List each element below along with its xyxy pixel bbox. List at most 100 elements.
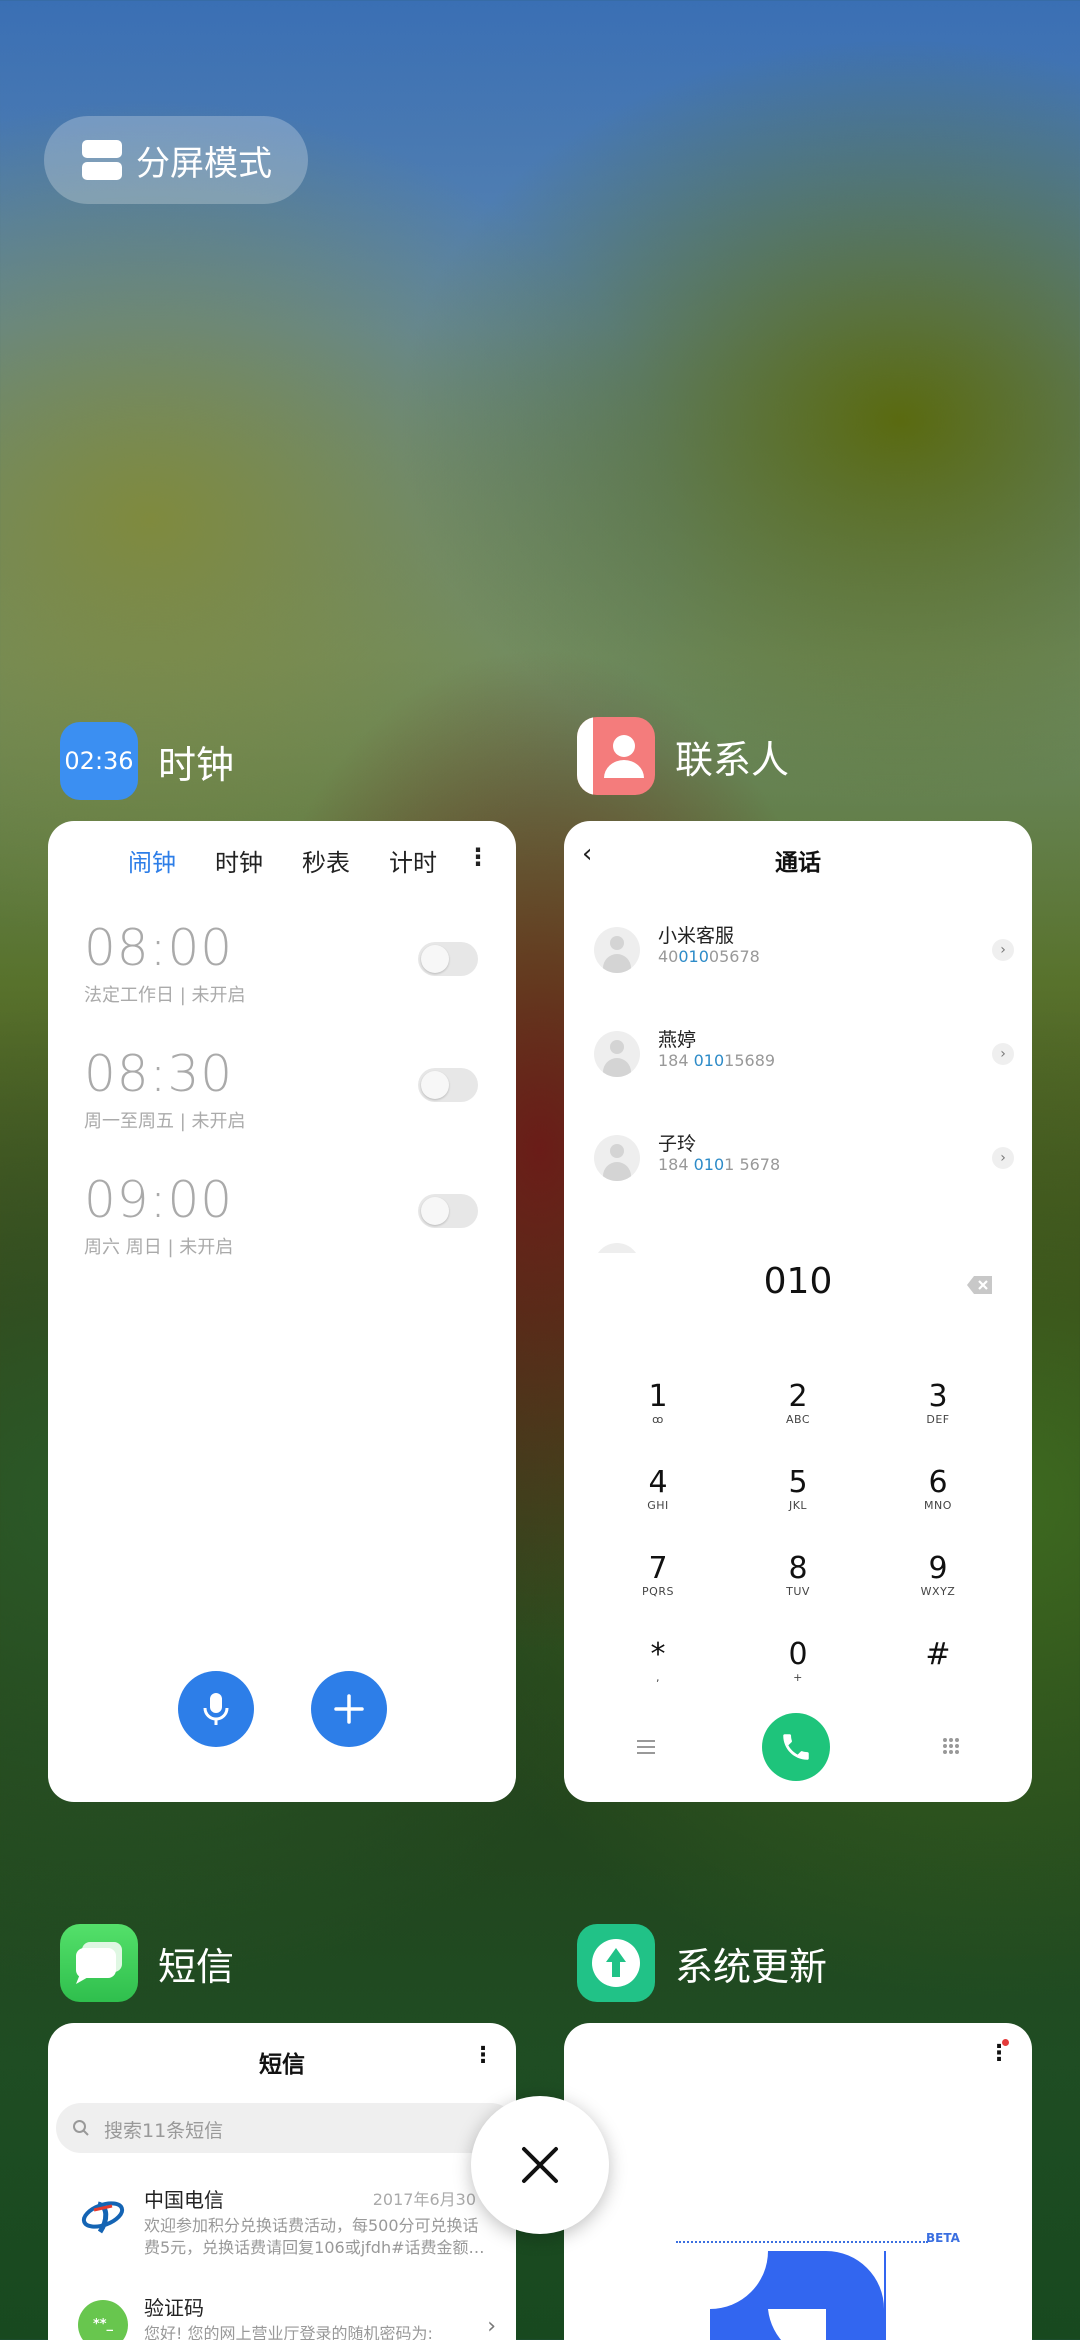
backspace-icon[interactable] [966, 1275, 994, 1295]
contact-row[interactable]: 燕婷 184 01015689 › [564, 1017, 1032, 1117]
search-placeholder: 搜索11条短信 [104, 2120, 224, 2142]
chevron-right-icon[interactable]: › [487, 2314, 496, 2339]
clock-app-header[interactable]: 02:36 时钟 [60, 722, 234, 800]
dial-key-letters: ꝏ [652, 1413, 664, 1426]
dial-key[interactable]: 6 MNO [878, 1467, 998, 1513]
dial-key[interactable]: 1ꝏ [598, 1381, 718, 1427]
contact-row[interactable]: 子玲 184 0101 5678 › [564, 1121, 1032, 1221]
system-update-app-icon [577, 1924, 655, 2002]
update-illustration-icon [710, 2251, 886, 2340]
alarm-toggle[interactable] [418, 942, 478, 976]
message-date: 2017年6月30 [372, 2190, 476, 2209]
messages-app-icon [60, 1924, 138, 2002]
menu-icon[interactable] [636, 1739, 656, 1755]
dial-key-letters: DEF [926, 1413, 950, 1426]
clock-app-card[interactable]: 闹钟 时钟 秒表 计时 ⋮ 08:00 法定工作日 | 未开启 08:30 周一… [48, 821, 516, 1802]
dial-key-letters: , [656, 1671, 660, 1684]
dial-key-digit: 1 [648, 1379, 668, 1414]
system-update-app-header[interactable]: 系统更新 [577, 1924, 827, 2002]
dial-key[interactable]: 4 GHI [598, 1467, 718, 1513]
dial-key-digit: 3 [928, 1379, 948, 1414]
list-item[interactable]: **_ 验证码 您好! 您的网上营业厅登录的随机密码为: › [48, 2288, 516, 2340]
search-icon [73, 2120, 89, 2136]
dialpad-icon[interactable] [942, 1737, 960, 1757]
clock-app-title: 时钟 [158, 742, 235, 787]
alarm-toggle[interactable] [418, 1068, 478, 1102]
china-telecom-logo-icon [78, 2190, 128, 2240]
avatar [594, 1031, 640, 1077]
dial-key[interactable]: 5 JKL [738, 1467, 858, 1513]
close-icon [522, 2147, 558, 2183]
dial-key[interactable]: *, [598, 1639, 718, 1685]
more-menu-icon[interactable]: ⋮ [466, 843, 490, 871]
dial-key-letters: GHI [647, 1499, 669, 1512]
dial-key-digit: 5 [788, 1465, 808, 1500]
chevron-right-icon[interactable]: › [992, 939, 1014, 961]
dial-key-digit: 0 [788, 1637, 808, 1672]
contact-row[interactable]: 小米客服 4001005678 › [564, 913, 1032, 1013]
call-button[interactable] [762, 1713, 830, 1781]
dial-key[interactable]: 0 + [738, 1639, 858, 1685]
messages-app-header[interactable]: 短信 [60, 1924, 234, 2002]
contacts-app-icon [577, 717, 655, 795]
search-input[interactable]: 搜索11条短信 [56, 2103, 516, 2153]
chevron-right-icon[interactable]: › [992, 1043, 1014, 1065]
clock-tab-bar: 闹钟 时钟 秒表 计时 ⋮ [48, 821, 516, 891]
dial-key[interactable]: # [878, 1639, 998, 1671]
dial-key-letters: MNO [924, 1499, 952, 1512]
split-screen-button[interactable]: 分屏模式 [44, 116, 308, 204]
dial-key-digit: 9 [928, 1551, 948, 1586]
system-update-app-title: 系统更新 [675, 1944, 828, 1989]
dial-key-digit: 6 [928, 1465, 948, 1500]
messages-app-card[interactable]: 短信 ⋮ 搜索11条短信 中国电信 2017年6月30 欢迎参加积分兑换话费活动… [48, 2023, 516, 2340]
beta-line [676, 2241, 928, 2243]
dial-key-digit: 2 [788, 1379, 808, 1414]
dial-key[interactable]: 7 PQRS [598, 1553, 718, 1599]
avatar [594, 927, 640, 973]
contact-number: 184 0101 5678 [658, 1155, 781, 1174]
dial-key-digit: # [925, 1637, 951, 1672]
tab-clock[interactable]: 时钟 [215, 843, 263, 878]
contact-name: 子玲 [658, 1133, 697, 1155]
dial-key[interactable]: 2 ABC [738, 1381, 858, 1427]
alarm-toggle[interactable] [418, 1194, 478, 1228]
message-preview: 欢迎参加积分兑换话费活动，每500分可兑换话 [144, 2216, 479, 2235]
sender-name: 中国电信 [144, 2188, 224, 2212]
dial-key-letters: JKL [788, 1499, 808, 1512]
dial-key[interactable]: 3 DEF [878, 1381, 998, 1427]
contact-number: 184 01015689 [658, 1051, 776, 1070]
voice-alarm-button[interactable] [178, 1671, 254, 1747]
page-title: 通话 [775, 850, 821, 876]
split-screen-icon [82, 140, 122, 180]
tab-alarm[interactable]: 闹钟 [128, 843, 176, 878]
more-menu-icon[interactable]: ⋮ [472, 2043, 494, 2068]
dial-key-letters: TUV [786, 1585, 810, 1598]
messages-app-title: 短信 [158, 1944, 235, 1989]
phone-icon [783, 1734, 809, 1760]
tab-timer[interactable]: 计时 [389, 843, 437, 878]
contacts-app-title: 联系人 [675, 737, 790, 782]
contact-number: 4001005678 [658, 947, 760, 966]
microphone-icon [203, 1693, 229, 1725]
list-item[interactable]: 中国电信 2017年6月30 欢迎参加积分兑换话费活动，每500分可兑换话 费5… [48, 2178, 516, 2278]
dial-input[interactable]: 010 [564, 1261, 1032, 1302]
dial-key-letters: + [793, 1671, 803, 1684]
dial-key-letters: PQRS [642, 1585, 674, 1598]
sender-name: 验证码 [144, 2296, 204, 2320]
tab-stopwatch[interactable]: 秒表 [302, 843, 350, 878]
contact-name: 小米客服 [658, 925, 735, 947]
split-screen-label: 分屏模式 [136, 143, 272, 184]
contact-name: 燕婷 [658, 1029, 697, 1051]
contacts-app-card[interactable]: ‹ 通话 小米客服 4001005678 › 燕婷 184 01015689 ›… [564, 821, 1032, 1802]
contacts-app-header[interactable]: 联系人 [577, 717, 789, 795]
system-update-app-card[interactable]: ⋮ BETA [564, 2023, 1032, 2340]
notification-dot [1002, 2039, 1009, 2046]
chevron-right-icon[interactable]: › [992, 1147, 1014, 1169]
dial-key-digit: * [650, 1637, 666, 1672]
dial-key-digit: 8 [788, 1551, 808, 1586]
dial-key-digit: 4 [648, 1465, 668, 1500]
dial-key[interactable]: 9 WXYZ [878, 1553, 998, 1599]
add-alarm-button[interactable] [311, 1671, 387, 1747]
clear-all-button[interactable] [471, 2096, 609, 2234]
dial-key[interactable]: 8 TUV [738, 1553, 858, 1599]
